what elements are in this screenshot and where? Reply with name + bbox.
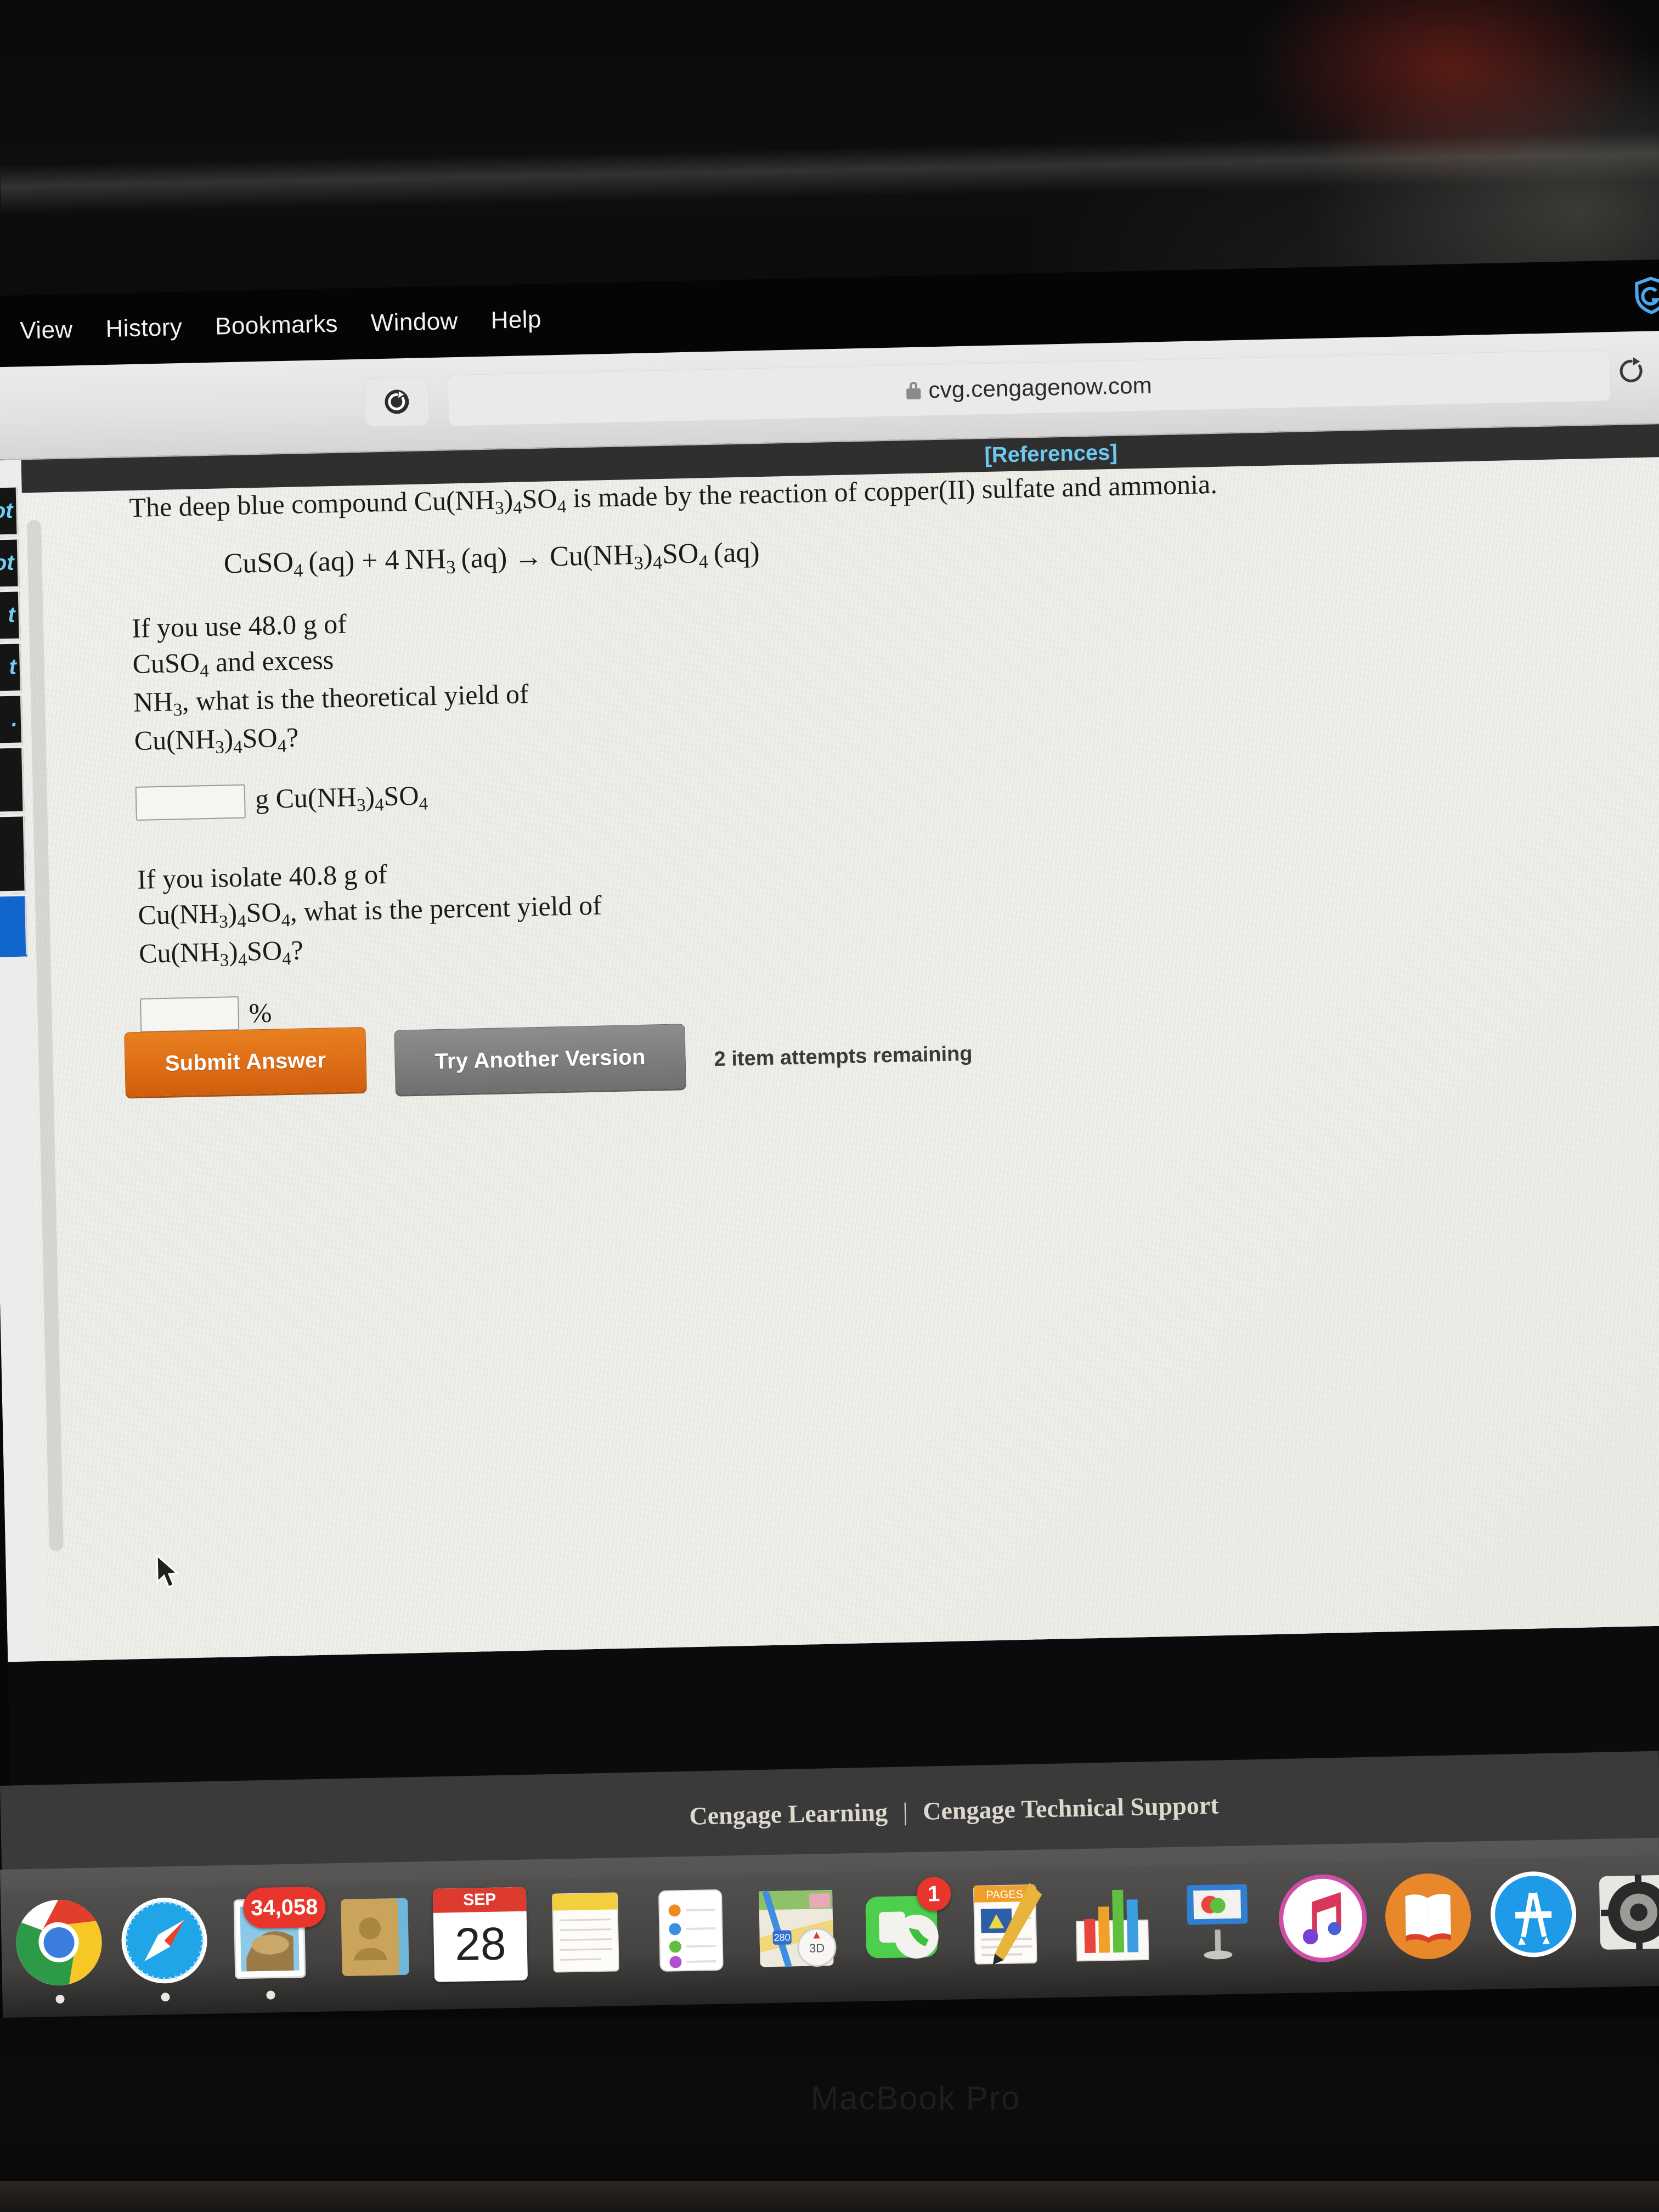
sidebar-tab-label: ot — [0, 550, 15, 575]
laptop-screen: View History Bookmarks Window Help cvg.c… — [0, 258, 1659, 1816]
grammarly-shield-icon[interactable] — [1634, 276, 1659, 314]
sidebar-tab-2[interactable]: ot — [0, 539, 20, 590]
footer-separator: | — [902, 1797, 909, 1826]
sidebar-tab-8-selected[interactable] — [0, 896, 28, 957]
macos-dock: 34,058 SEP 28 280 3D 1 PAGES — [0, 1837, 1659, 2018]
menu-item-help[interactable]: Help — [474, 306, 558, 335]
part1-answer-row: g Cu(NH3)4SO4 — [135, 756, 1508, 821]
part1-answer-unit: g Cu(NH3)4SO4 — [255, 780, 428, 816]
page-content-area: [References] The deep blue compound Cu(N… — [21, 423, 1659, 1661]
reminders-icon[interactable] — [644, 1883, 738, 1978]
calendar-day: 28 — [454, 1917, 507, 1970]
sidebar-tab-label: t — [8, 654, 17, 679]
sidebar-tab-1[interactable]: ot — [0, 487, 19, 538]
reload-icon[interactable] — [364, 376, 430, 427]
address-bar[interactable]: cvg.cengagenow.com — [447, 349, 1611, 427]
menubar-status-items — [1634, 276, 1659, 314]
footer-text: Cengage Learning | Cengage Technical Sup… — [689, 1790, 1219, 1830]
mail-badge: 34,058 — [242, 1886, 326, 1929]
numbers-icon[interactable] — [1065, 1875, 1160, 1970]
sidebar-tab-3[interactable]: t — [0, 591, 21, 642]
menu-item-history[interactable]: History — [89, 313, 199, 343]
try-another-version-button[interactable]: Try Another Version — [394, 1024, 686, 1095]
maps-icon[interactable]: 280 3D — [749, 1881, 844, 1976]
calendar-month: SEP — [432, 1887, 527, 1913]
lock-icon — [906, 381, 921, 400]
itunes-icon[interactable] — [1276, 1871, 1370, 1966]
svg-text:PAGES: PAGES — [986, 1888, 1023, 1901]
references-link[interactable]: [References] — [984, 441, 1118, 468]
footer-right-link[interactable]: Cengage Technical Support — [923, 1791, 1219, 1825]
chemical-equation: CuSO4 (aq) + 4 NH3 (aq) → Cu(NH3)4SO4 (a… — [223, 537, 760, 582]
running-indicator — [55, 1994, 65, 2004]
contacts-icon[interactable] — [328, 1889, 422, 1984]
calendar-icon[interactable]: SEP 28 — [432, 1887, 528, 1982]
chrome-icon[interactable] — [12, 1895, 106, 2004]
laptop-base-edge — [0, 2181, 1659, 2212]
refresh-icon[interactable] — [1615, 354, 1648, 388]
menu-item-window[interactable]: Window — [354, 307, 475, 337]
submit-answer-button[interactable]: Submit Answer — [124, 1026, 367, 1097]
ibooks-icon[interactable] — [1380, 1869, 1475, 1963]
footer-left-link[interactable]: Cengage Learning — [689, 1798, 888, 1830]
macbook-pro-label: MacBook Pro — [811, 2080, 1021, 2117]
app-store-icon[interactable] — [1486, 1867, 1581, 1962]
menu-item-bookmarks[interactable]: Bookmarks — [199, 310, 355, 341]
question-intro-prefix: The deep blue compound — [128, 486, 415, 523]
keynote-icon[interactable] — [1170, 1873, 1265, 1968]
running-indicator — [161, 1993, 170, 2002]
sidebar-tab-4[interactable]: t — [0, 644, 22, 694]
calendar-shape: SEP 28 — [432, 1887, 528, 1982]
sidebar-tab-6[interactable] — [0, 748, 25, 815]
sidebar-tab-label: . — [11, 707, 18, 731]
photo-stage: View History Bookmarks Window Help cvg.c… — [0, 0, 1659, 2212]
svg-text:3D: 3D — [809, 1941, 825, 1955]
svg-text:280: 280 — [774, 1932, 790, 1943]
menu-item-view[interactable]: View — [3, 316, 89, 345]
part1-prompt: If you use 48.0 g of CuSO4 and excess NH… — [132, 581, 1506, 762]
question-intro-compound: Cu(NH3)4SO4 — [414, 483, 567, 518]
sidebar-tab-7[interactable] — [0, 816, 26, 894]
part2-prompt: If you isolate 40.8 g of Cu(NH3)4SO4, wh… — [137, 832, 1511, 974]
pages-icon[interactable]: PAGES — [960, 1877, 1054, 1972]
sidebar-tab-label: ot — [0, 498, 14, 523]
safari-icon[interactable] — [117, 1893, 212, 2002]
notes-icon[interactable] — [538, 1885, 633, 1980]
question-content: The deep blue compound Cu(NH3)4SO4 is ma… — [129, 461, 1512, 1032]
system-preferences-icon[interactable] — [1591, 1865, 1659, 1960]
sidebar-tab-5[interactable]: . — [0, 696, 23, 746]
part1-answer-input[interactable] — [135, 784, 246, 821]
mouse-cursor — [155, 1554, 180, 1591]
sidebar-tab-label: t — [7, 602, 16, 627]
attempts-remaining-text: 2 item attempts remaining — [714, 1042, 973, 1071]
url-text: cvg.cengagenow.com — [928, 372, 1153, 403]
facetime-icon[interactable]: 1 — [854, 1876, 951, 1974]
running-indicator — [266, 1990, 275, 2000]
part2-answer-unit: % — [249, 997, 272, 1029]
mail-icon[interactable]: 34,058 — [222, 1886, 326, 2000]
web-page: ot ot t t . [References] The deep blue c… — [0, 423, 1659, 1816]
